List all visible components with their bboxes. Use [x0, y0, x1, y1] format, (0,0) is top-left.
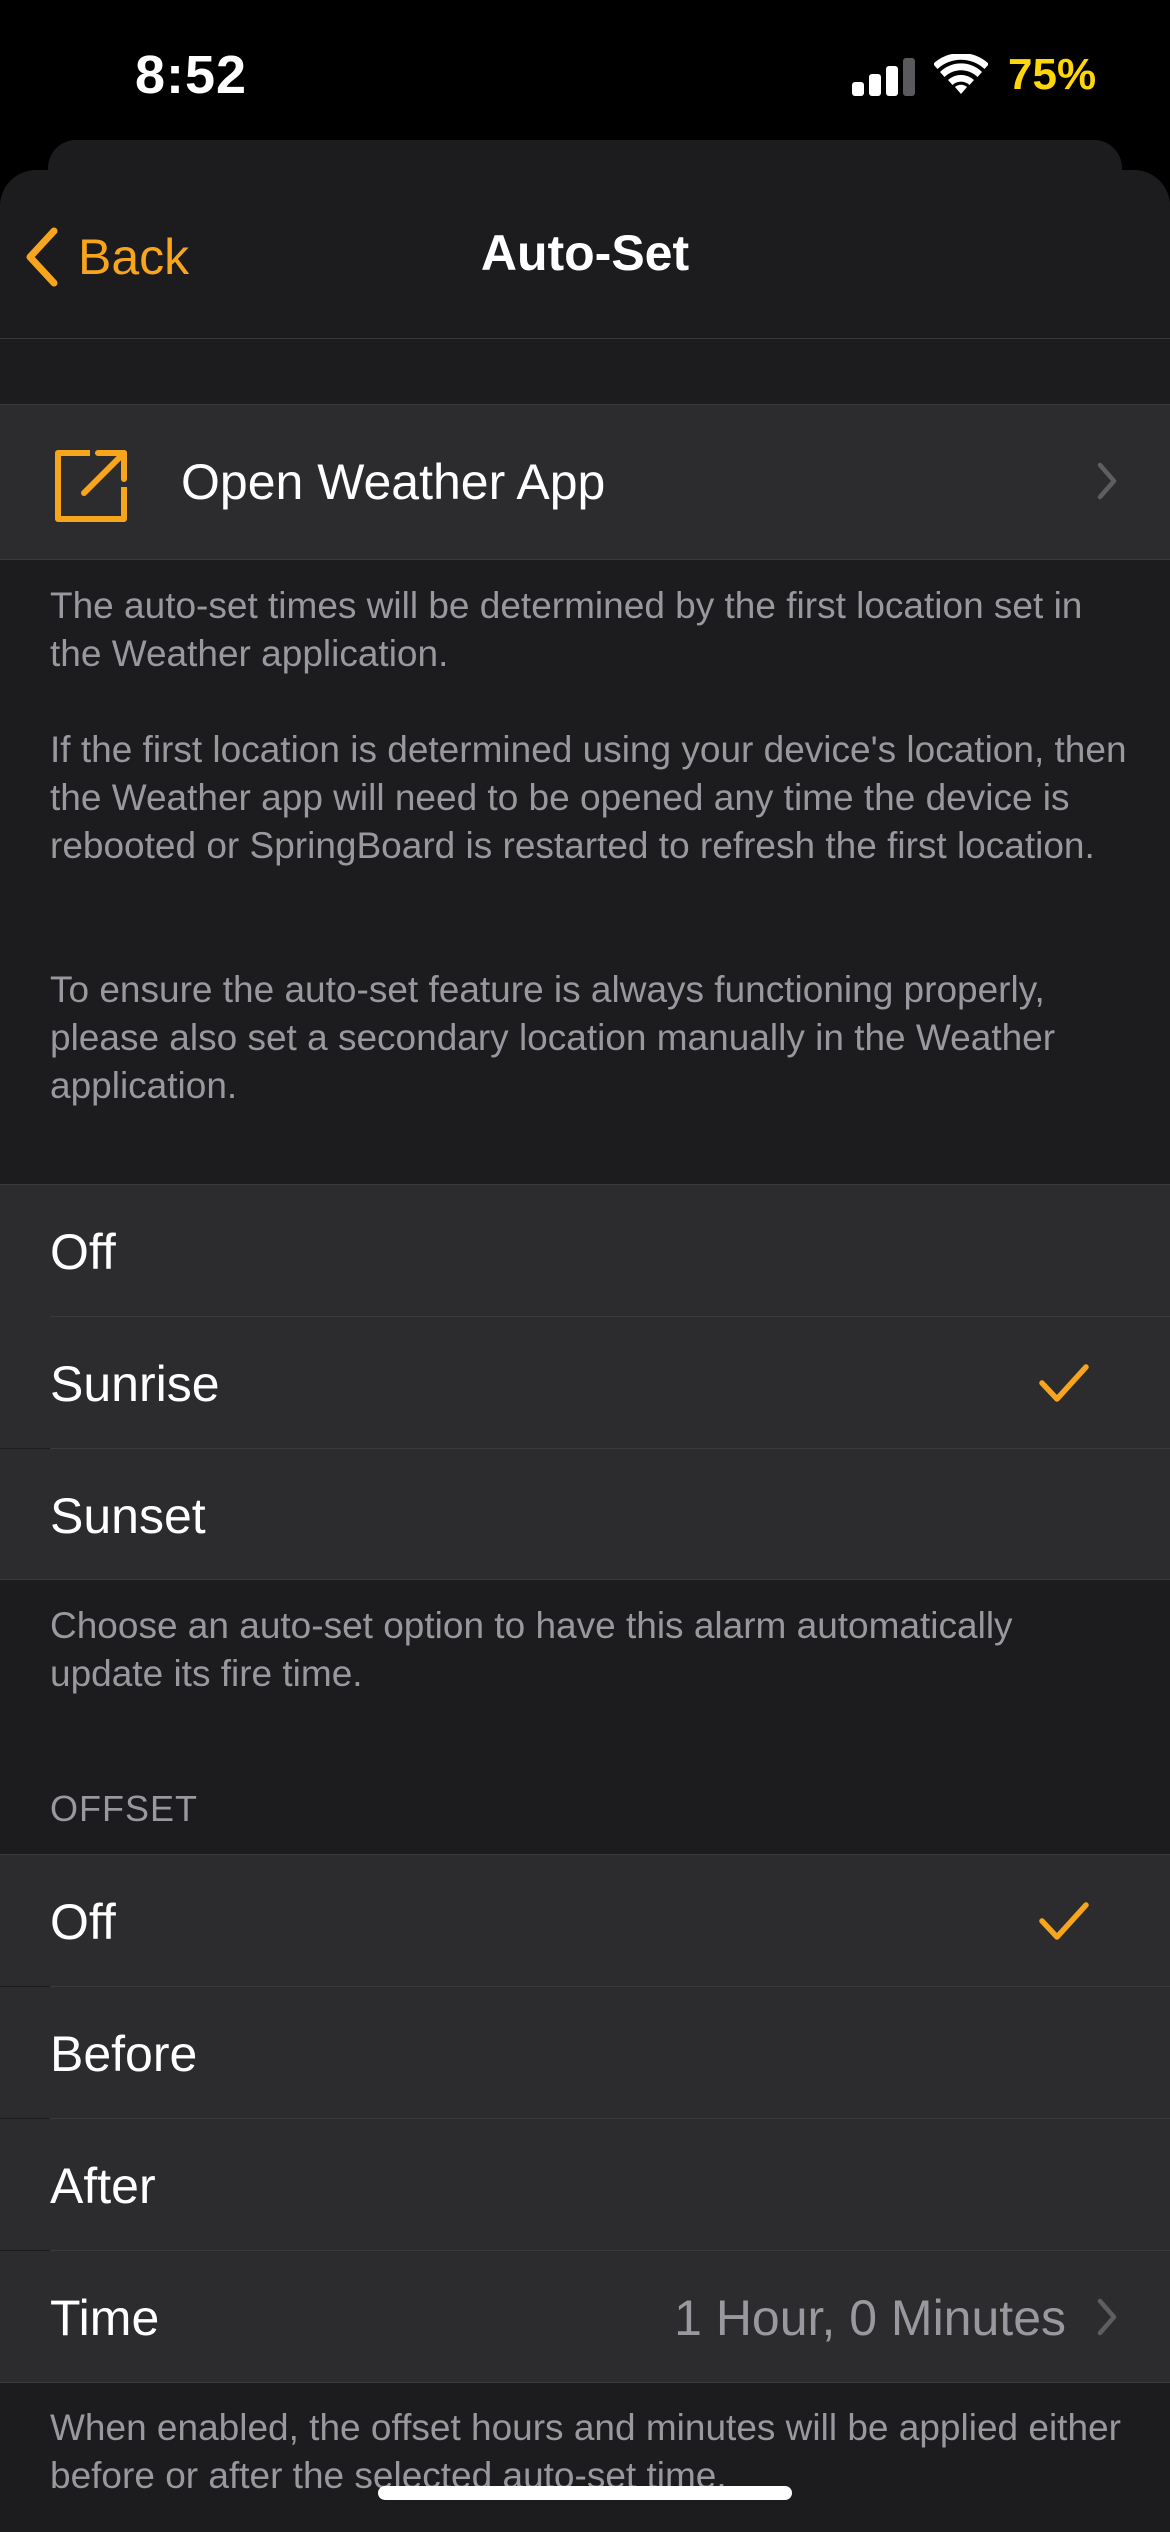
autoset-footer: Choose an auto-set option to have this a…	[50, 1605, 1013, 1694]
home-indicator[interactable]	[378, 2486, 792, 2500]
offset-after[interactable]: After	[0, 2119, 1170, 2250]
status-time: 8:52	[135, 45, 248, 105]
offset-time-row[interactable]: Time 1 Hour, 0 Minutes	[0, 2251, 1170, 2382]
open-weather-app-row[interactable]: Open Weather App	[0, 405, 1170, 559]
option-sunset[interactable]: Sunset	[0, 1449, 1170, 1579]
weather-footer-3: To ensure the auto-set feature is always…	[50, 969, 1056, 1106]
checkmark-icon	[1039, 1364, 1089, 1402]
option-sunrise-label: Sunrise	[50, 1356, 220, 1412]
weather-footer-2: If the first location is determined usin…	[50, 729, 1127, 866]
offset-before[interactable]: Before	[0, 1987, 1170, 2118]
offset-section-header: OFFSET	[50, 1788, 198, 1829]
chevron-right-icon	[1097, 462, 1117, 500]
chevron-right-icon	[1097, 2298, 1117, 2336]
page-title: Auto-Set	[480, 225, 690, 281]
option-sunset-label: Sunset	[50, 1488, 206, 1544]
offset-off-label: Off	[50, 1894, 116, 1950]
wifi-icon	[934, 54, 988, 94]
option-off-label: Off	[50, 1224, 116, 1280]
option-sunrise[interactable]: Sunrise	[0, 1317, 1170, 1448]
offset-time-value: 1 Hour, 0 Minutes	[674, 2290, 1066, 2346]
checkmark-icon	[1039, 1902, 1089, 1940]
weather-footer-1: The auto-set times will be determined by…	[50, 585, 1083, 674]
offset-time-label: Time	[50, 2290, 160, 2346]
open-weather-app-label: Open Weather App	[181, 454, 606, 510]
offset-before-label: Before	[50, 2026, 198, 2082]
navigation-bar: Back Auto-Set	[0, 170, 1170, 339]
cellular-signal-icon	[852, 58, 916, 96]
option-off[interactable]: Off	[0, 1185, 1170, 1317]
auto-set-sheet: Back Auto-Set Open Weather App The auto-…	[0, 170, 1170, 2532]
offset-after-label: After	[50, 2158, 156, 2214]
status-bar: 8:52 75%	[0, 0, 1170, 150]
external-link-icon	[55, 450, 127, 522]
battery-percentage: 75%	[1008, 50, 1097, 99]
offset-off[interactable]: Off	[0, 1855, 1170, 1986]
